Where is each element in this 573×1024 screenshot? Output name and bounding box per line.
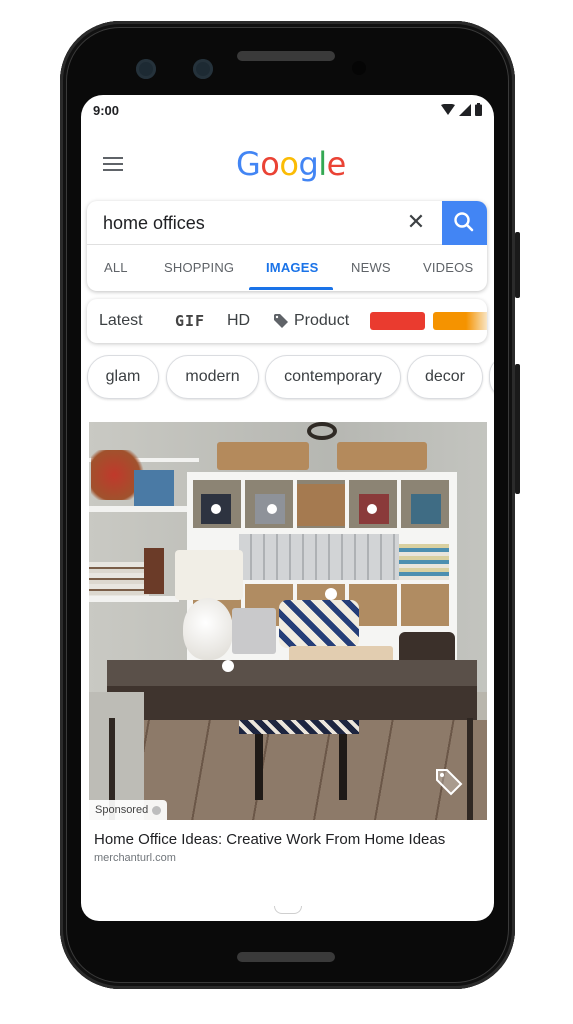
filter-product-label: Product [294, 312, 350, 329]
image-desk-leg [467, 718, 473, 820]
battery-icon [475, 103, 482, 116]
image-shelf [89, 506, 199, 512]
logo-letter: g [298, 145, 319, 183]
chip-decor[interactable]: decor [407, 355, 483, 399]
google-logo: Google [236, 145, 346, 183]
filter-product[interactable]: Product [274, 312, 349, 330]
screen: 9:00 Google home offices ✕ ALL SHOPPING [81, 95, 494, 921]
search-tabs: ALL SHOPPING IMAGES NEWS VIDEOS [87, 245, 487, 291]
result-image[interactable] [89, 422, 487, 820]
image-desk-apron [107, 686, 477, 720]
tab-videos[interactable]: VIDEOS [423, 260, 473, 275]
active-tab-indicator [249, 287, 333, 290]
search-button[interactable] [442, 201, 487, 245]
home-indicator[interactable] [274, 906, 302, 914]
image-books [399, 544, 449, 580]
related-chips: glam modern contemporary decor [87, 355, 494, 401]
wifi-icon [441, 103, 455, 115]
image-pillow [279, 600, 359, 648]
search-bar: home offices ✕ [87, 201, 487, 245]
logo-letter: o [260, 145, 280, 183]
proximity-sensor [352, 61, 366, 75]
result-title[interactable]: Home Office Ideas: Creative Work From Ho… [94, 831, 445, 848]
filter-latest[interactable]: Latest [99, 312, 143, 330]
status-bar: 9:00 [81, 95, 494, 127]
close-icon[interactable]: ✕ [405, 211, 427, 233]
front-camera-icon [136, 59, 156, 79]
image-boxes [144, 548, 164, 594]
filter-hd[interactable]: HD [227, 312, 250, 330]
status-time: 9:00 [93, 103, 120, 118]
product-hotspot[interactable] [211, 504, 221, 514]
logo-letter: l [318, 145, 327, 183]
image-fabric-box [411, 494, 441, 524]
tab-news[interactable]: NEWS [351, 260, 391, 275]
logo-letter: o [279, 145, 299, 183]
image-shelf [89, 596, 179, 602]
tab-images[interactable]: IMAGES [266, 260, 318, 275]
image-wall-clock [307, 422, 337, 440]
image-basket [217, 442, 309, 470]
image-chair-seat [239, 720, 359, 734]
chip-modern[interactable]: modern [166, 355, 259, 399]
product-hotspot[interactable] [267, 504, 277, 514]
info-icon[interactable] [152, 805, 162, 815]
product-hotspot[interactable] [367, 504, 377, 514]
tag-icon [274, 314, 288, 328]
front-camera-icon [193, 59, 213, 79]
hamburger-menu-icon[interactable] [103, 157, 123, 173]
search-icon [454, 212, 474, 232]
result-url[interactable]: merchanturl.com [94, 852, 176, 864]
filter-bar: Latest GIF HD Product [87, 299, 487, 343]
image-basket [337, 442, 427, 470]
tab-all[interactable]: ALL [104, 260, 128, 275]
search-input[interactable]: home offices [103, 213, 205, 234]
tab-shopping[interactable]: SHOPPING [164, 260, 234, 275]
chip-more[interactable] [489, 355, 494, 399]
volume-rocker [515, 364, 520, 494]
sponsored-badge: Sponsored [89, 800, 168, 820]
color-filter-orange[interactable] [433, 312, 487, 330]
image-magazine-files [239, 534, 399, 580]
status-icons [441, 103, 482, 116]
chip-glam[interactable]: glam [87, 355, 159, 399]
earpiece-speaker [237, 51, 335, 61]
product-hotspot[interactable] [325, 588, 337, 600]
image-desk-top [107, 660, 477, 688]
chip-contemporary[interactable]: contemporary [265, 355, 401, 399]
product-hotspot[interactable] [222, 660, 234, 672]
product-tag-icon[interactable] [433, 766, 465, 798]
logo-letter: e [326, 145, 347, 183]
image-basket [297, 484, 345, 526]
color-filter-red[interactable] [370, 312, 425, 330]
search-card: home offices ✕ ALL SHOPPING IMAGES NEWS … [87, 201, 487, 291]
signal-icon [459, 103, 471, 116]
image-lamp-shade [175, 550, 243, 600]
image-laptop [232, 608, 276, 654]
power-button [515, 232, 520, 298]
image-books [89, 562, 149, 596]
image-lamp-base [183, 598, 233, 660]
filter-gif[interactable]: GIF [175, 312, 205, 330]
image-binders [134, 470, 174, 510]
logo-letter: G [236, 145, 261, 183]
bottom-speaker [237, 952, 335, 962]
sponsored-label: Sponsored [95, 804, 149, 816]
